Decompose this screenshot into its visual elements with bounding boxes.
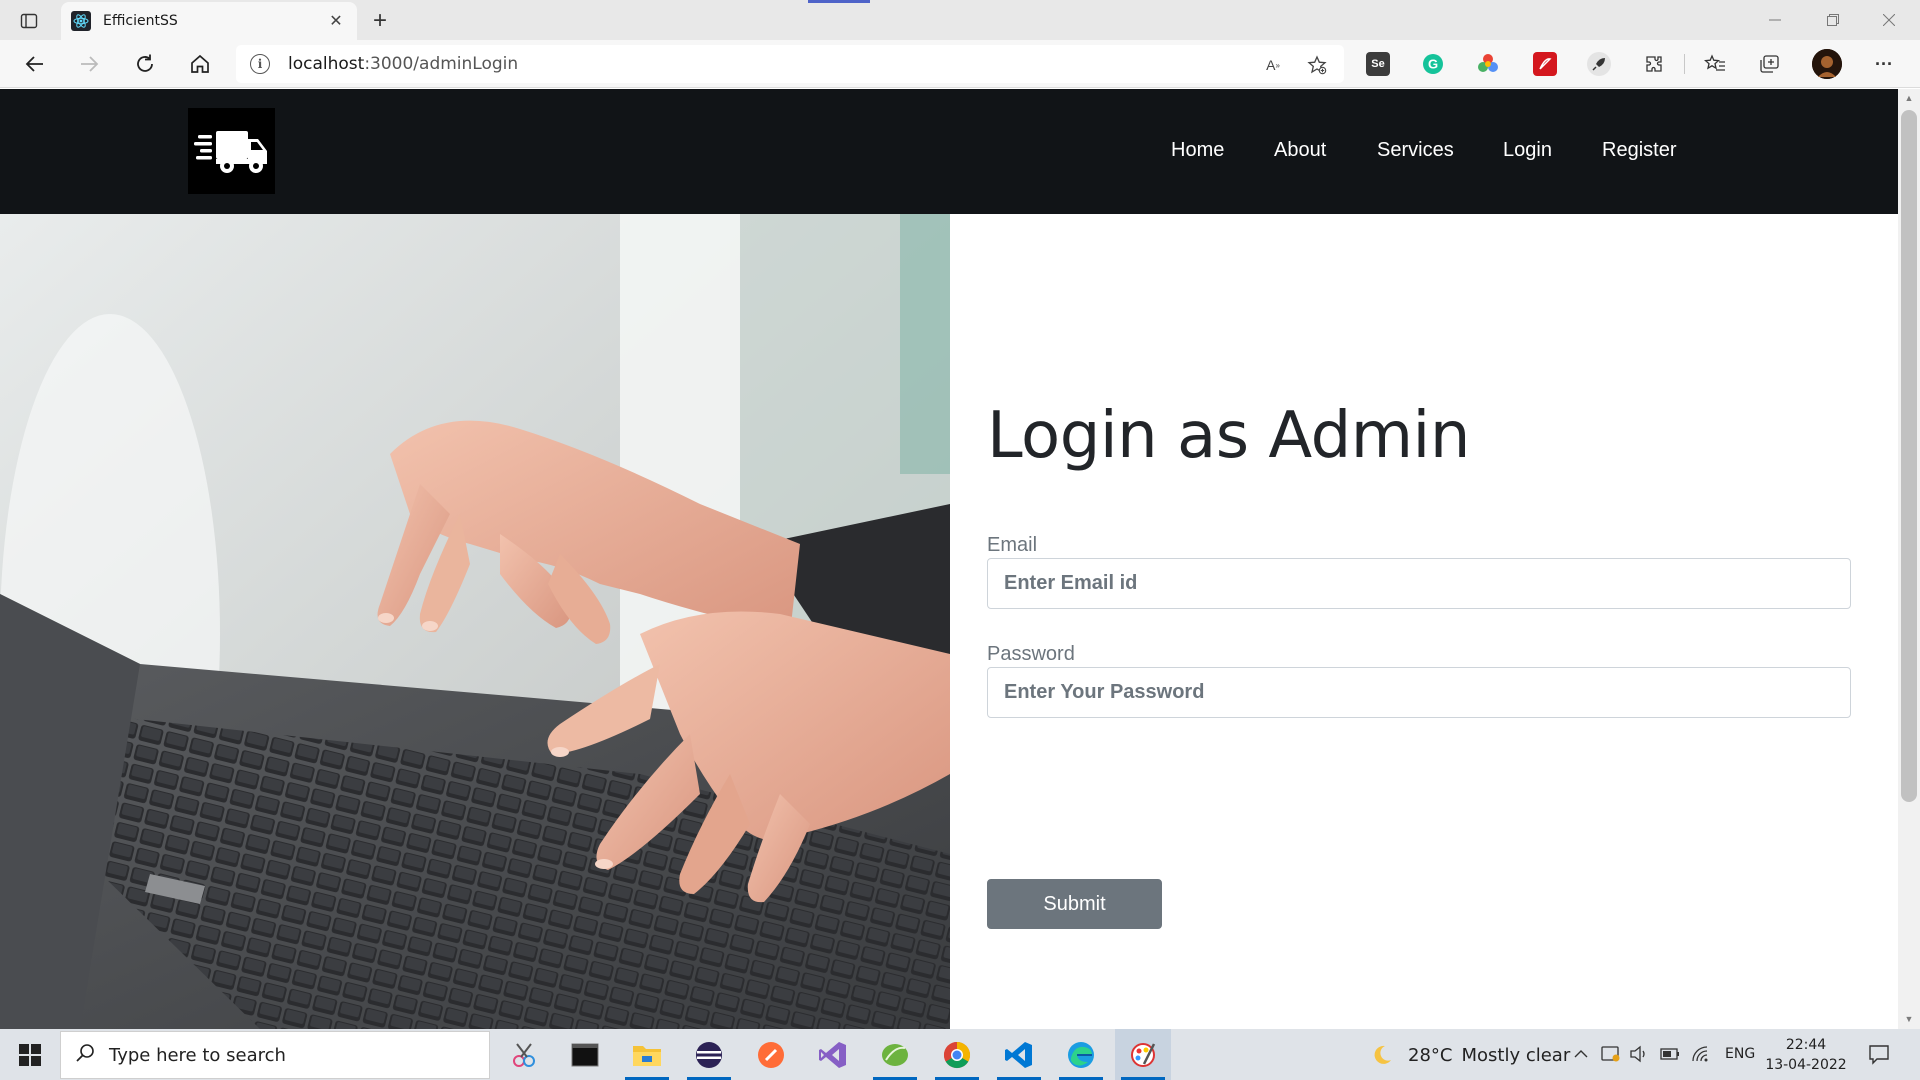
login-form-panel: Login as Admin Email Password Submit [987, 214, 1851, 1029]
weather-widget[interactable]: 28°C Mostly clear [1370, 1043, 1570, 1067]
email-label: Email [987, 534, 1038, 556]
nav-register-link[interactable]: Register [1602, 139, 1676, 162]
password-label: Password [987, 643, 1075, 665]
toolbar-divider [1684, 54, 1685, 74]
show-hidden-icons-chevron-icon[interactable] [1571, 1044, 1591, 1064]
rocket-extension-icon[interactable] [1587, 52, 1611, 76]
email-input[interactable] [987, 558, 1851, 609]
scrollbar-thumb[interactable] [1901, 110, 1917, 802]
password-input[interactable] [987, 667, 1851, 718]
pdf-extension-icon[interactable] [1533, 52, 1557, 76]
svg-text:G: G [1428, 57, 1438, 72]
eclipse-icon[interactable] [681, 1029, 737, 1080]
restore-icon[interactable] [1810, 6, 1856, 34]
typing-hands-illustration [0, 214, 950, 1029]
chrome-icon[interactable] [929, 1029, 985, 1080]
extensions-icon[interactable] [1642, 52, 1666, 76]
snipping-tool-icon[interactable] [496, 1029, 552, 1080]
nav-login-link[interactable]: Login [1503, 139, 1552, 162]
browser-tab[interactable]: EfficientSS ✕ [61, 2, 357, 40]
nav-services-link[interactable]: Services [1377, 139, 1454, 162]
windows-taskbar: Type here to search 28°C Mostly clear EN… [0, 1029, 1920, 1080]
favorites-icon[interactable] [1703, 52, 1727, 76]
clock-date: 13-04-2022 [1765, 1057, 1847, 1073]
search-icon [75, 1043, 95, 1068]
visual-studio-icon[interactable] [805, 1029, 861, 1080]
postman-icon[interactable] [743, 1029, 799, 1080]
color-picker-extension-icon[interactable] [1476, 52, 1500, 76]
page-title: Login as Admin [987, 399, 1470, 473]
tab-title: EfficientSS [103, 13, 178, 29]
edge-icon[interactable] [1053, 1029, 1109, 1080]
nav-home-link[interactable]: Home [1171, 139, 1224, 162]
meet-now-icon[interactable] [1601, 1044, 1621, 1064]
notifications-icon[interactable] [1866, 1041, 1892, 1067]
tab-close-icon[interactable]: ✕ [325, 10, 347, 32]
site-logo[interactable] [188, 108, 275, 194]
scroll-down-icon[interactable]: ▼ [1903, 1013, 1915, 1025]
tab-strip: EfficientSS ✕ + [0, 0, 1920, 40]
minimize-icon[interactable] [1752, 6, 1798, 34]
selenium-extension-icon[interactable]: Se [1366, 52, 1390, 76]
collections-icon[interactable] [1757, 52, 1781, 76]
spring-tool-suite-icon[interactable] [867, 1029, 923, 1080]
weather-temperature: 28°C [1408, 1044, 1453, 1066]
paint-icon[interactable] [1115, 1029, 1171, 1080]
site-navbar: Home About Services Login Register [0, 89, 1898, 214]
refresh-icon[interactable] [129, 48, 161, 80]
nav-about-link[interactable]: About [1274, 139, 1326, 162]
volume-icon[interactable] [1629, 1044, 1649, 1064]
moon-icon [1374, 1045, 1391, 1064]
browser-toolbar: i localhost:3000/adminLogin A» Se G ··· [0, 40, 1920, 88]
add-favorite-icon[interactable] [1306, 54, 1328, 76]
wifi-icon[interactable] [1691, 1044, 1711, 1064]
read-aloud-icon[interactable]: A» [1262, 54, 1284, 76]
page-viewport: Home About Services Login Register Login… [0, 89, 1898, 1029]
url-text: localhost:3000/adminLogin [288, 54, 519, 74]
windows-start-icon[interactable] [0, 1029, 60, 1080]
taskbar-search-box[interactable]: Type here to search [60, 1031, 490, 1079]
address-bar[interactable]: i localhost:3000/adminLogin A» [236, 45, 1344, 83]
profile-avatar[interactable] [1812, 49, 1842, 79]
forward-icon[interactable] [73, 48, 105, 80]
home-icon[interactable] [184, 48, 216, 80]
clock-time: 22:44 [1785, 1037, 1827, 1053]
new-tab-icon[interactable]: + [366, 7, 394, 35]
system-clock[interactable]: 22:44 13-04-2022 [1764, 1035, 1848, 1075]
weather-description: Mostly clear [1461, 1044, 1571, 1066]
browser-window: EfficientSS ✕ + i localhost:3000/adminLo… [0, 0, 1920, 1029]
more-options-icon[interactable]: ··· [1872, 52, 1896, 76]
tab-actions-icon[interactable] [16, 8, 42, 34]
vscode-icon[interactable] [991, 1029, 1047, 1080]
tab-indicator [808, 0, 870, 3]
react-favicon-icon [71, 11, 91, 31]
scroll-up-icon[interactable]: ▲ [1903, 92, 1915, 104]
back-icon[interactable] [19, 48, 51, 80]
search-placeholder: Type here to search [109, 1044, 286, 1066]
submit-button[interactable]: Submit [987, 879, 1162, 929]
close-window-icon[interactable] [1866, 6, 1912, 34]
grammarly-extension-icon[interactable]: G [1421, 52, 1445, 76]
input-language[interactable]: ENG [1725, 1046, 1755, 1062]
hero-typing-photo [0, 214, 950, 1029]
file-explorer-icon[interactable] [619, 1029, 675, 1080]
site-info-icon[interactable]: i [250, 54, 270, 74]
terminal-icon[interactable] [557, 1029, 613, 1080]
delivery-truck-icon [193, 131, 267, 173]
battery-icon[interactable] [1660, 1044, 1680, 1064]
